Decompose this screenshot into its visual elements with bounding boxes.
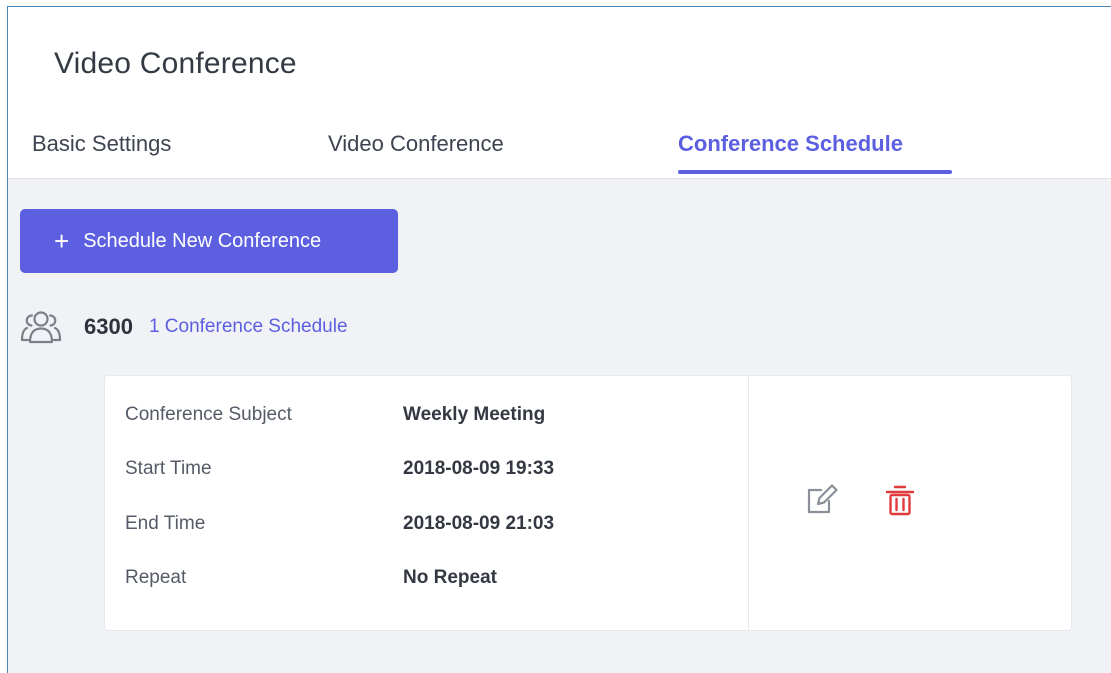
app-window: Video Conference Basic Settings Video Co… — [7, 6, 1111, 673]
plus-icon: + — [54, 226, 70, 256]
end-time-label: End Time — [125, 513, 206, 534]
repeat-label: Repeat — [125, 567, 187, 588]
end-time-value: 2018-08-09 21:03 — [403, 513, 555, 534]
schedule-card: Conference Subject Weekly Meeting Start … — [104, 375, 1072, 631]
conference-schedule-count[interactable]: 1 Conference Schedule — [149, 316, 348, 338]
card-divider — [748, 376, 749, 630]
schedule-new-conference-label: Schedule New Conference — [83, 229, 322, 252]
conference-subject-value: Weekly Meeting — [403, 404, 546, 425]
page-title: Video Conference — [54, 47, 297, 80]
active-tab-indicator — [678, 170, 952, 174]
tab-basic-settings[interactable]: Basic Settings — [32, 131, 171, 157]
conference-subject-label: Conference Subject — [125, 404, 292, 425]
tab-conference-schedule[interactable]: Conference Schedule — [678, 131, 903, 157]
repeat-value: No Repeat — [403, 567, 497, 588]
conference-users-icon — [20, 311, 62, 344]
conference-room-row: 6300 1 Conference Schedule — [20, 305, 348, 349]
start-time-value: 2018-08-09 19:33 — [403, 458, 555, 479]
conference-room-number: 6300 — [84, 314, 133, 339]
start-time-label: Start Time — [125, 458, 212, 479]
trash-icon[interactable] — [883, 482, 917, 518]
tab-video-conference[interactable]: Video Conference — [328, 131, 504, 157]
edit-icon[interactable] — [805, 482, 839, 518]
schedule-content: + Schedule New Conference 6300 1 Confere — [8, 179, 1111, 673]
page-header: Video Conference Basic Settings Video Co… — [8, 7, 1111, 179]
schedule-new-conference-button[interactable]: + Schedule New Conference — [20, 209, 398, 273]
